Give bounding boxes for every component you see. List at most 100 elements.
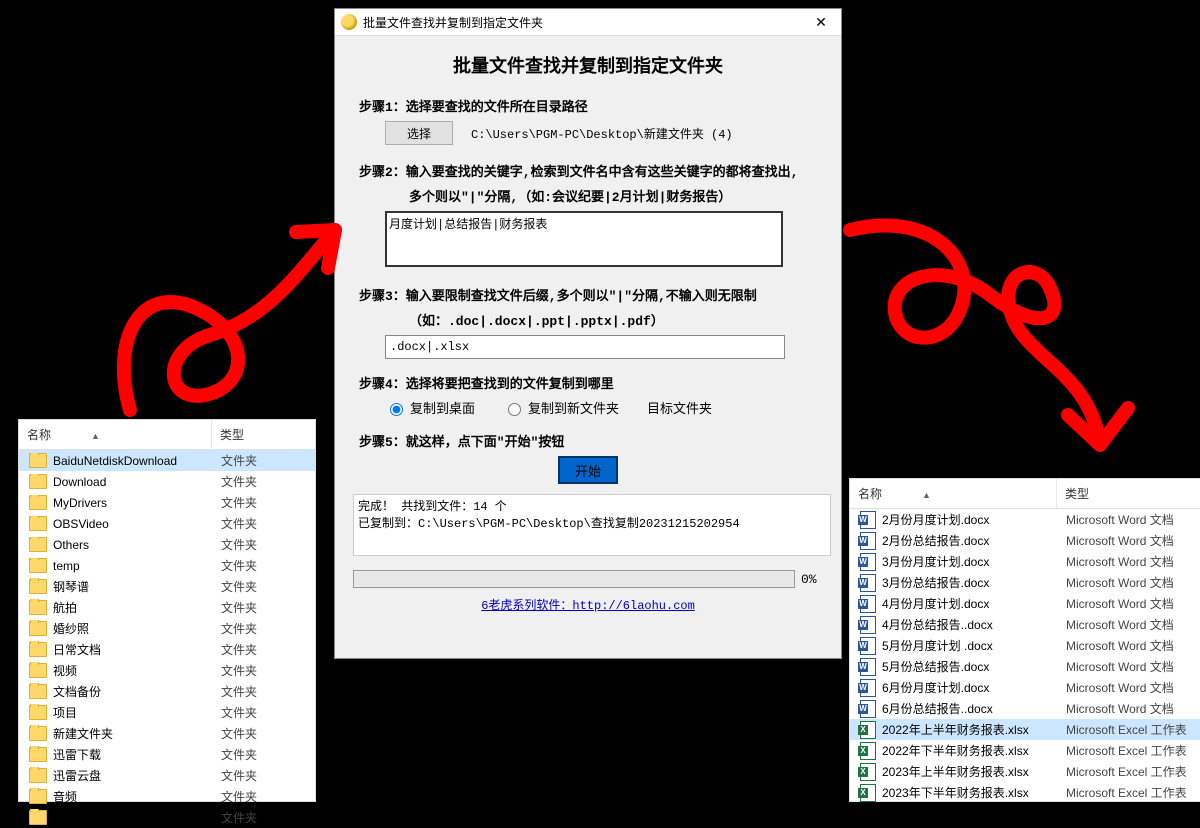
file-name: 6月份月度计划.docx: [882, 679, 989, 696]
select-path-button[interactable]: 选择: [385, 121, 453, 145]
folder-icon: [29, 495, 47, 510]
progress-percent: 0%: [801, 572, 817, 587]
file-row[interactable]: 照片文件夹: [19, 807, 315, 828]
word-icon: [860, 700, 876, 718]
file-type: 文件夹: [215, 746, 315, 763]
folder-icon: [29, 663, 47, 678]
file-row[interactable]: 6月份月度计划.docxMicrosoft Word 文档: [850, 677, 1200, 698]
file-row[interactable]: 3月份总结报告.docxMicrosoft Word 文档: [850, 572, 1200, 593]
file-row[interactable]: Download文件夹: [19, 471, 315, 492]
folder-icon: [29, 768, 47, 783]
file-row[interactable]: MyDrivers文件夹: [19, 492, 315, 513]
file-row[interactable]: 迅雷下载文件夹: [19, 744, 315, 765]
folder-icon: [29, 474, 47, 489]
excel-icon: [860, 784, 876, 802]
app-icon: [341, 14, 357, 30]
file-row[interactable]: 4月份总结报告..docxMicrosoft Word 文档: [850, 614, 1200, 635]
folder-icon: [29, 726, 47, 741]
folder-icon: [29, 747, 47, 762]
file-row[interactable]: 3月份月度计划.docx Microsoft Word 文档: [850, 551, 1200, 572]
file-type: 文件夹: [215, 473, 315, 490]
step3-sublabel: （如：.doc|.docx|.ppt|.pptx|.pdf）: [409, 310, 817, 329]
file-type: 文件夹: [215, 725, 315, 742]
folder-icon: [29, 642, 47, 657]
keywords-input[interactable]: 月度计划|总结报告|财务报表: [385, 211, 783, 267]
excel-icon: [860, 742, 876, 760]
file-row[interactable]: 2月份总结报告.docxMicrosoft Word 文档: [850, 530, 1200, 551]
file-row[interactable]: 航拍文件夹: [19, 597, 315, 618]
close-button[interactable]: ✕: [801, 14, 841, 31]
file-row[interactable]: 迅雷云盘 文件夹: [19, 765, 315, 786]
file-name: 3月份月度计划.docx: [882, 553, 989, 570]
file-type: Microsoft Word 文档: [1060, 511, 1200, 528]
file-row[interactable]: 2022年上半年财务报表.xlsxMicrosoft Excel 工作表: [850, 719, 1200, 740]
folder-icon: [29, 453, 47, 468]
file-row[interactable]: 音频文件夹: [19, 786, 315, 807]
folder-icon: [29, 810, 47, 825]
file-type: Microsoft Excel 工作表: [1060, 721, 1200, 738]
folder-icon: [29, 558, 47, 573]
file-row[interactable]: 2月份月度计划.docxMicrosoft Word 文档: [850, 509, 1200, 530]
file-type: 文件夹: [215, 788, 315, 805]
titlebar: 批量文件查找并复制到指定文件夹 ✕: [335, 9, 841, 36]
word-icon: [860, 679, 876, 697]
col-name-header[interactable]: 名称▲: [850, 479, 1056, 508]
file-name: OBSVideo: [53, 517, 109, 531]
word-icon: [860, 595, 876, 613]
word-icon: [860, 574, 876, 592]
col-name-header[interactable]: 名称▲: [19, 420, 211, 449]
vendor-link[interactable]: 6老虎系列软件：http://6laohu.com: [481, 599, 695, 613]
radio-copy-desktop-input[interactable]: [390, 403, 403, 416]
file-name: 5月份总结报告.docx: [882, 658, 989, 675]
file-row[interactable]: 2022年下半年财务报表.xlsxMicrosoft Excel 工作表: [850, 740, 1200, 761]
file-row[interactable]: 文档备份文件夹: [19, 681, 315, 702]
file-name: 迅雷云盘: [53, 767, 101, 784]
extension-input[interactable]: [385, 335, 785, 359]
col-type-header[interactable]: 类型: [1056, 479, 1200, 508]
file-name: BaiduNetdiskDownload: [53, 454, 177, 468]
file-row[interactable]: 项目文件夹: [19, 702, 315, 723]
file-row[interactable]: 2023年上半年财务报表.xlsxMicrosoft Excel 工作表: [850, 761, 1200, 782]
file-row[interactable]: 新建文件夹文件夹: [19, 723, 315, 744]
folder-icon: [29, 621, 47, 636]
col-type-header[interactable]: 类型: [211, 420, 315, 449]
word-icon: [860, 616, 876, 634]
main-dialog: 批量文件查找并复制到指定文件夹 ✕ 批量文件查找并复制到指定文件夹 步骤1：选择…: [334, 8, 842, 659]
file-name: 5月份月度计划 .docx: [882, 637, 993, 654]
file-name: 2月份总结报告.docx: [882, 532, 989, 549]
file-name: 照片: [53, 809, 77, 826]
step3-label: 步骤3：输入要限制查找文件后缀,多个则以"|"分隔,不输入则无限制: [359, 285, 817, 304]
start-button[interactable]: 开始: [558, 456, 618, 484]
file-type: 文件夹: [215, 767, 315, 784]
file-name: 4月份月度计划.docx: [882, 595, 989, 612]
radio-copy-desktop[interactable]: 复制到桌面: [385, 398, 475, 417]
file-row[interactable]: 婚纱照文件夹: [19, 618, 315, 639]
file-row[interactable]: BaiduNetdiskDownload 文件夹: [19, 450, 315, 471]
file-type: Microsoft Word 文档: [1060, 553, 1200, 570]
file-row[interactable]: 视频文件夹: [19, 660, 315, 681]
file-row[interactable]: 5月份月度计划 .docxMicrosoft Word 文档: [850, 635, 1200, 656]
file-row[interactable]: 日常文档文件夹: [19, 639, 315, 660]
radio-copy-newfolder-input[interactable]: [508, 403, 521, 416]
selected-path-text: C:\Users\PGM-PC\Desktop\新建文件夹 (4): [471, 125, 733, 142]
file-type: 文件夹: [215, 599, 315, 616]
file-name: 文档备份: [53, 683, 101, 700]
file-row[interactable]: 4月份月度计划.docxMicrosoft Word 文档: [850, 593, 1200, 614]
word-icon: [860, 511, 876, 529]
file-type: Microsoft Excel 工作表: [1060, 784, 1200, 801]
dialog-heading: 批量文件查找并复制到指定文件夹: [359, 52, 817, 78]
file-name: 日常文档: [53, 641, 101, 658]
file-type: 文件夹: [215, 452, 315, 469]
file-row[interactable]: temp文件夹: [19, 555, 315, 576]
file-row[interactable]: 钢琴谱文件夹: [19, 576, 315, 597]
file-type: Microsoft Word 文档: [1060, 574, 1200, 591]
radio-copy-newfolder[interactable]: 复制到新文件夹: [503, 398, 619, 417]
window-title: 批量文件查找并复制到指定文件夹: [363, 14, 801, 31]
column-header-row: 名称▲ 类型: [850, 479, 1200, 509]
file-row[interactable]: 5月份总结报告.docxMicrosoft Word 文档: [850, 656, 1200, 677]
file-row[interactable]: 6月份总结报告..docxMicrosoft Word 文档: [850, 698, 1200, 719]
file-row[interactable]: OBSVideo文件夹: [19, 513, 315, 534]
step2-label: 步骤2：输入要查找的关键字,检索到文件名中含有这些关键字的都将查找出,: [359, 161, 817, 180]
file-row[interactable]: Others文件夹: [19, 534, 315, 555]
step2-sublabel: 多个则以"|"分隔,（如:会议纪要|2月计划|财务报告）: [409, 186, 817, 205]
